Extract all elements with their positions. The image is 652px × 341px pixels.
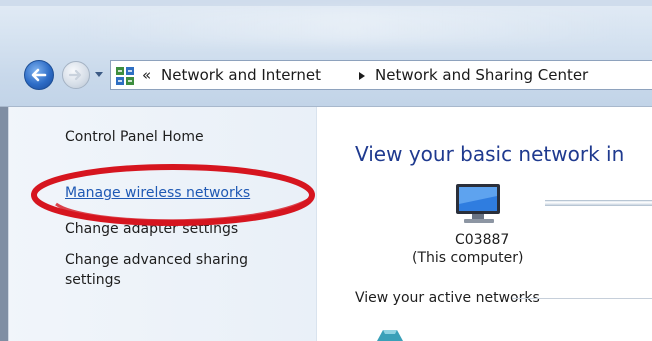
control-panel-icon bbox=[116, 67, 134, 85]
back-arrow-icon bbox=[31, 68, 47, 82]
change-advanced-sharing-link-line2[interactable]: settings bbox=[65, 270, 121, 290]
triangle-right-icon[interactable] bbox=[358, 71, 366, 81]
left-pane-edge bbox=[316, 107, 317, 341]
window-left-border-inner bbox=[8, 107, 9, 341]
network-icon bbox=[377, 330, 403, 341]
computer-name: C03887 bbox=[455, 232, 510, 248]
change-adapter-settings-link[interactable]: Change adapter settings bbox=[65, 219, 238, 239]
computer-icon bbox=[456, 184, 500, 223]
address-bar[interactable]: « Network and Internet Network and Shari… bbox=[110, 60, 652, 90]
network-connection-line bbox=[545, 200, 652, 206]
title-bar-blur bbox=[70, 10, 630, 44]
forward-button[interactable] bbox=[62, 61, 90, 89]
forward-arrow-icon bbox=[68, 69, 82, 81]
computer-subtitle: (This computer) bbox=[412, 250, 524, 266]
window-top-edge bbox=[0, 0, 652, 6]
breadcrumb-network-internet[interactable]: Network and Internet bbox=[161, 66, 321, 84]
chevron-down-icon[interactable] bbox=[94, 71, 104, 79]
overflow-chevrons[interactable]: « bbox=[142, 66, 151, 84]
active-networks-rule bbox=[512, 298, 652, 299]
page-title: View your basic network in bbox=[355, 142, 625, 166]
control-panel-home-link[interactable]: Control Panel Home bbox=[65, 127, 204, 147]
manage-wireless-networks-link[interactable]: Manage wireless networks bbox=[65, 183, 250, 203]
change-advanced-sharing-link[interactable]: Change advanced sharing bbox=[65, 250, 248, 270]
back-button[interactable] bbox=[24, 60, 54, 90]
window-left-border bbox=[0, 107, 8, 341]
breadcrumb-sharing-center[interactable]: Network and Sharing Center bbox=[375, 66, 588, 84]
